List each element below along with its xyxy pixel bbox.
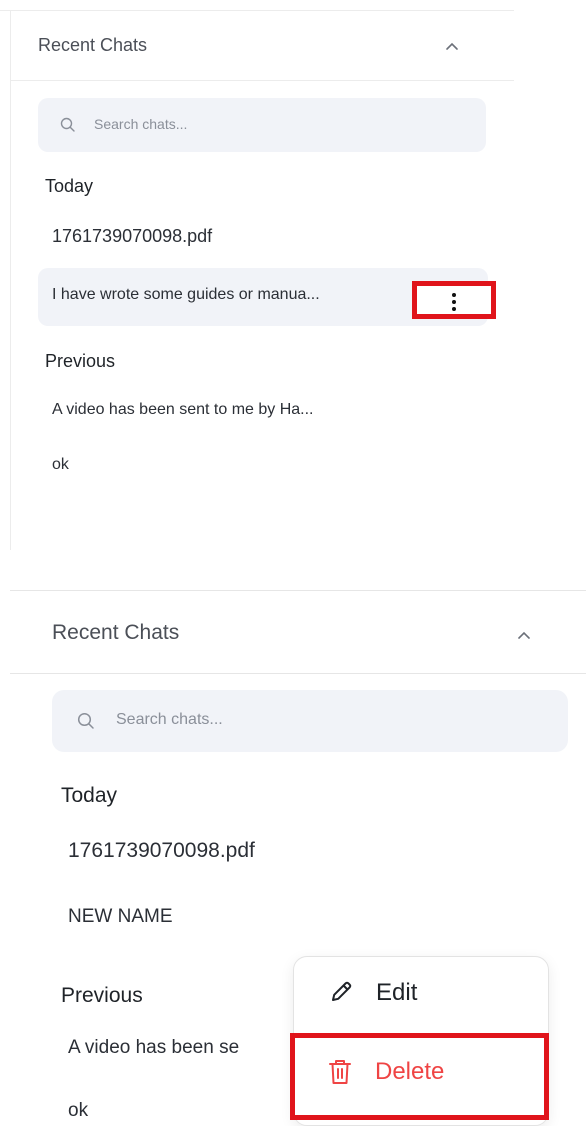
search-placeholder: Search chats... bbox=[94, 116, 188, 132]
recent-chats-header[interactable]: Recent Chats bbox=[11, 11, 514, 81]
recent-chats-panel-before: Recent Chats Search chats... Today 17617… bbox=[0, 0, 514, 550]
chat-item[interactable]: ok bbox=[52, 456, 69, 474]
section-title: Recent Chats bbox=[38, 35, 148, 55]
recent-chats-header[interactable]: Recent Chats bbox=[10, 591, 586, 674]
trash-icon bbox=[328, 1058, 352, 1086]
more-options-button[interactable] bbox=[412, 281, 496, 319]
chat-item[interactable]: A video has been se bbox=[68, 1037, 239, 1059]
chat-item[interactable]: NEW NAME bbox=[68, 906, 173, 928]
chat-item[interactable]: 1761739070098.pdf bbox=[52, 226, 212, 247]
search-input[interactable]: Search chats... bbox=[38, 98, 486, 152]
search-icon bbox=[60, 117, 76, 133]
search-input[interactable]: Search chats... bbox=[52, 690, 568, 752]
edit-menu-item[interactable]: Edit bbox=[294, 957, 548, 1033]
section-title: Recent Chats bbox=[52, 621, 180, 644]
search-placeholder: Search chats... bbox=[116, 711, 223, 728]
divider bbox=[10, 10, 11, 550]
search-icon bbox=[77, 712, 95, 730]
chat-item-label: I have wrote some guides or manua... bbox=[52, 286, 320, 303]
recent-chats-panel-after: Recent Chats Search chats... Today 17617… bbox=[0, 590, 586, 1126]
delete-menu-item[interactable]: Delete bbox=[290, 1033, 549, 1120]
section-heading-previous: Previous bbox=[61, 984, 143, 1007]
section-heading-today: Today bbox=[45, 176, 94, 196]
delete-label: Delete bbox=[375, 1058, 445, 1085]
section-heading-previous: Previous bbox=[45, 351, 116, 371]
chevron-up-icon[interactable] bbox=[514, 627, 534, 643]
section-heading-today: Today bbox=[61, 784, 118, 807]
edit-label: Edit bbox=[376, 979, 418, 1006]
chat-item[interactable]: A video has been sent to me by Ha... bbox=[52, 401, 314, 419]
context-menu: Edit Delete bbox=[290, 956, 549, 1126]
chat-item[interactable]: ok bbox=[68, 1100, 88, 1122]
chevron-up-icon[interactable] bbox=[443, 39, 461, 53]
pencil-icon bbox=[328, 979, 354, 1005]
more-vertical-icon bbox=[452, 293, 456, 311]
chat-item[interactable]: 1761739070098.pdf bbox=[68, 839, 255, 863]
